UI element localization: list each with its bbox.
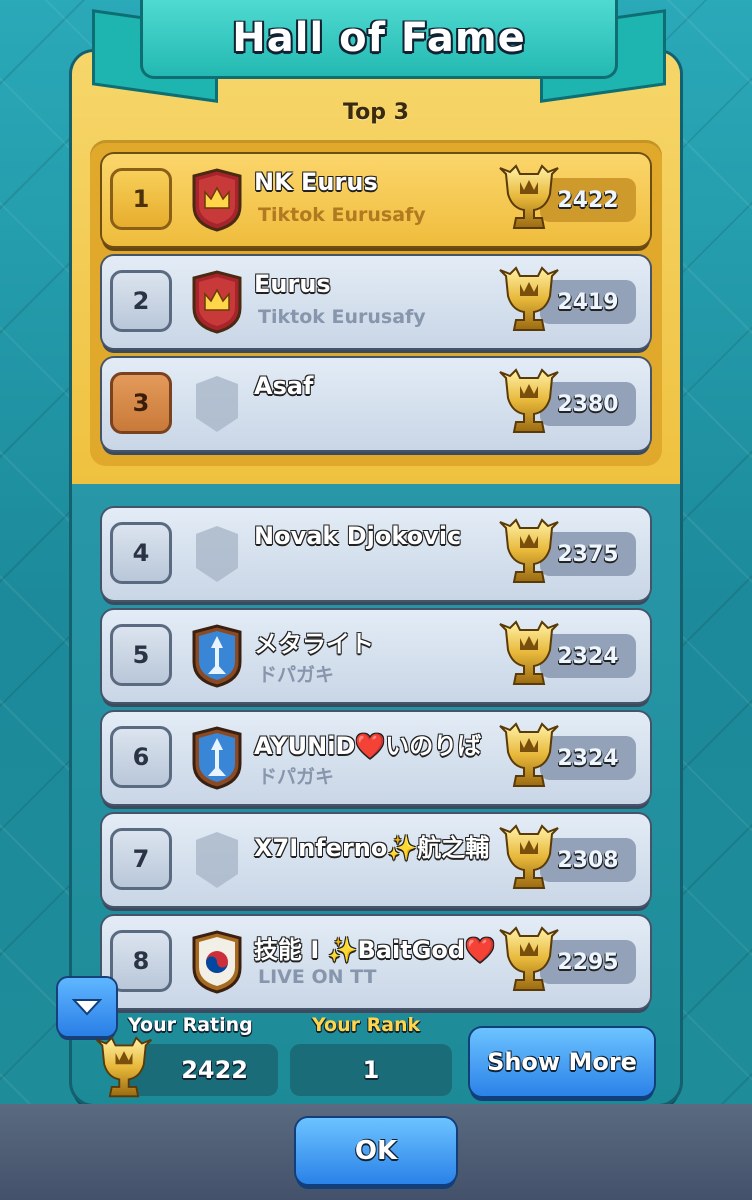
player-name: Eurus [254,270,331,298]
rank-number: 4 [110,522,172,584]
arrow-clan-badge-icon [192,726,242,790]
crown-clan-badge-icon [192,168,242,232]
player-name: Asaf [254,372,314,400]
trophy-icon [499,519,559,583]
clan-name: Tiktok Eurusafy [258,204,426,226]
rank-number: 8 [110,930,172,992]
crown-clan-badge-icon [192,270,242,334]
leaderboard-row[interactable]: 1 NK Eurus Tiktok Eurusafy 2422 [102,154,650,246]
trophy-icon [499,267,559,331]
rank-number: 6 [110,726,172,788]
rank-number: 1 [110,168,172,230]
leaderboard-row[interactable]: 2 Eurus Tiktok Eurusafy 2419 [102,256,650,348]
empty-shield-icon [196,526,238,582]
leaderboard-row[interactable]: 8 技能 I ✨BaitGod❤️ LIVE ON TT 2295 [102,916,650,1008]
player-name: Novak Djokovic [254,522,462,550]
trophy-icon [499,927,559,991]
rank-number: 2 [110,270,172,332]
trophy-icon [499,723,559,787]
leaderboard-row[interactable]: 6 AYUNiD❤️いのりば ドパガキ 2324 [102,712,650,804]
trophy-icon [499,369,559,433]
arrow-clan-badge-icon [192,624,242,688]
show-more-button[interactable]: Show More [470,1028,654,1096]
rank-number: 5 [110,624,172,686]
your-rating-label: Your Rating [128,1014,253,1036]
korea-clan-badge-icon [192,930,242,994]
your-rank-value: 1 [290,1044,452,1096]
top3-label: Top 3 [343,100,409,125]
your-rank-label: Your Rank [312,1014,421,1036]
player-name: メタライト [254,630,374,658]
clan-name: LIVE ON TT [258,966,377,988]
trophy-icon [499,825,559,889]
clan-name: ドパガキ [258,766,335,788]
leaderboard-row[interactable]: 5 メタライト ドパガキ 2324 [102,610,650,702]
clan-name: ドパガキ [258,664,335,686]
scroll-down-button[interactable] [58,978,116,1036]
title-banner: Hall of Fame [140,0,618,79]
trophy-icon [499,621,559,685]
player-name: AYUNiD❤️いのりば [254,732,482,760]
empty-shield-icon [196,376,238,432]
trophy-icon [499,165,559,229]
trophy-icon [95,1036,153,1098]
chevron-down-icon [72,999,102,1016]
leaderboard-row[interactable]: 7 X7Inferno✨航之輔 2308 [102,814,650,906]
player-name: 技能 I ✨BaitGod❤️ [254,936,495,964]
clan-name: Tiktok Eurusafy [258,306,426,328]
leaderboard-row[interactable]: 4 Novak Djokovic 2375 [102,508,650,600]
leaderboard-row[interactable]: 3 Asaf 2380 [102,358,650,450]
page-title: Hall of Fame [232,15,526,61]
rank-number: 3 [110,372,172,434]
player-name: NK Eurus [254,168,378,196]
empty-shield-icon [196,832,238,888]
player-name: X7Inferno✨航之輔 [254,834,490,862]
rank-number: 7 [110,828,172,890]
ok-button[interactable]: OK [296,1118,456,1184]
